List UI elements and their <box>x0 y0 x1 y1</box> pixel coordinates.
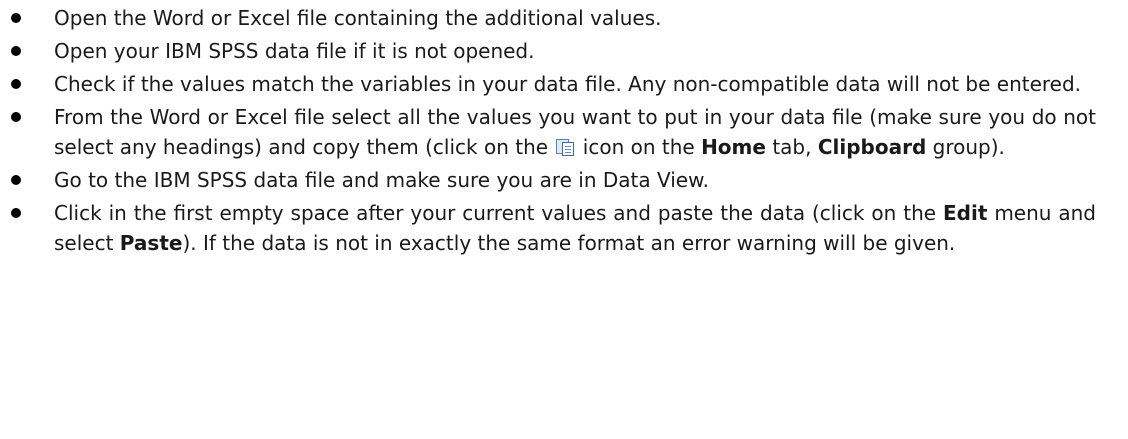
list-item-text: Open your IBM SPSS data file if it is no… <box>54 39 535 63</box>
list-item: Open your IBM SPSS data file if it is no… <box>0 36 1096 66</box>
copy-icon <box>556 139 575 156</box>
list-item: From the Word or Excel file select all t… <box>0 102 1096 162</box>
list-item-text: Click in the first empty space after you… <box>54 201 937 225</box>
list-item-text: icon on the <box>582 135 695 159</box>
bullet-icon <box>11 46 21 56</box>
list-item-text: ). If the data is not in exactly the sam… <box>182 231 956 255</box>
instruction-list: Open the Word or Excel file containing t… <box>0 3 1128 261</box>
bullet-icon <box>11 112 21 122</box>
list-item: Click in the first empty space after you… <box>0 198 1096 258</box>
bullet-icon <box>11 208 21 218</box>
list-item: Open the Word or Excel file containing t… <box>0 3 1096 33</box>
document-page: Open the Word or Excel file containing t… <box>0 0 1128 439</box>
bullet-icon <box>11 13 21 23</box>
list-item: Go to the IBM SPSS data file and make su… <box>0 165 1096 195</box>
bullet-icon <box>11 175 21 185</box>
menu-name: Edit <box>942 201 988 225</box>
ribbon-group-name: Clipboard <box>817 135 927 159</box>
ribbon-tab-name: Home <box>701 135 766 159</box>
list-item-text: tab, <box>772 135 812 159</box>
list-item: Check if the values match the variables … <box>0 69 1096 99</box>
list-item-text: Go to the IBM SPSS data file and make su… <box>54 168 709 192</box>
menu-item-name: Paste <box>119 231 183 255</box>
list-item-text: Check if the values match the variables … <box>54 72 1082 96</box>
list-item-text: Open the Word or Excel file containing t… <box>54 6 662 30</box>
list-item-text: group). <box>932 135 1005 159</box>
bullet-icon <box>11 79 21 89</box>
